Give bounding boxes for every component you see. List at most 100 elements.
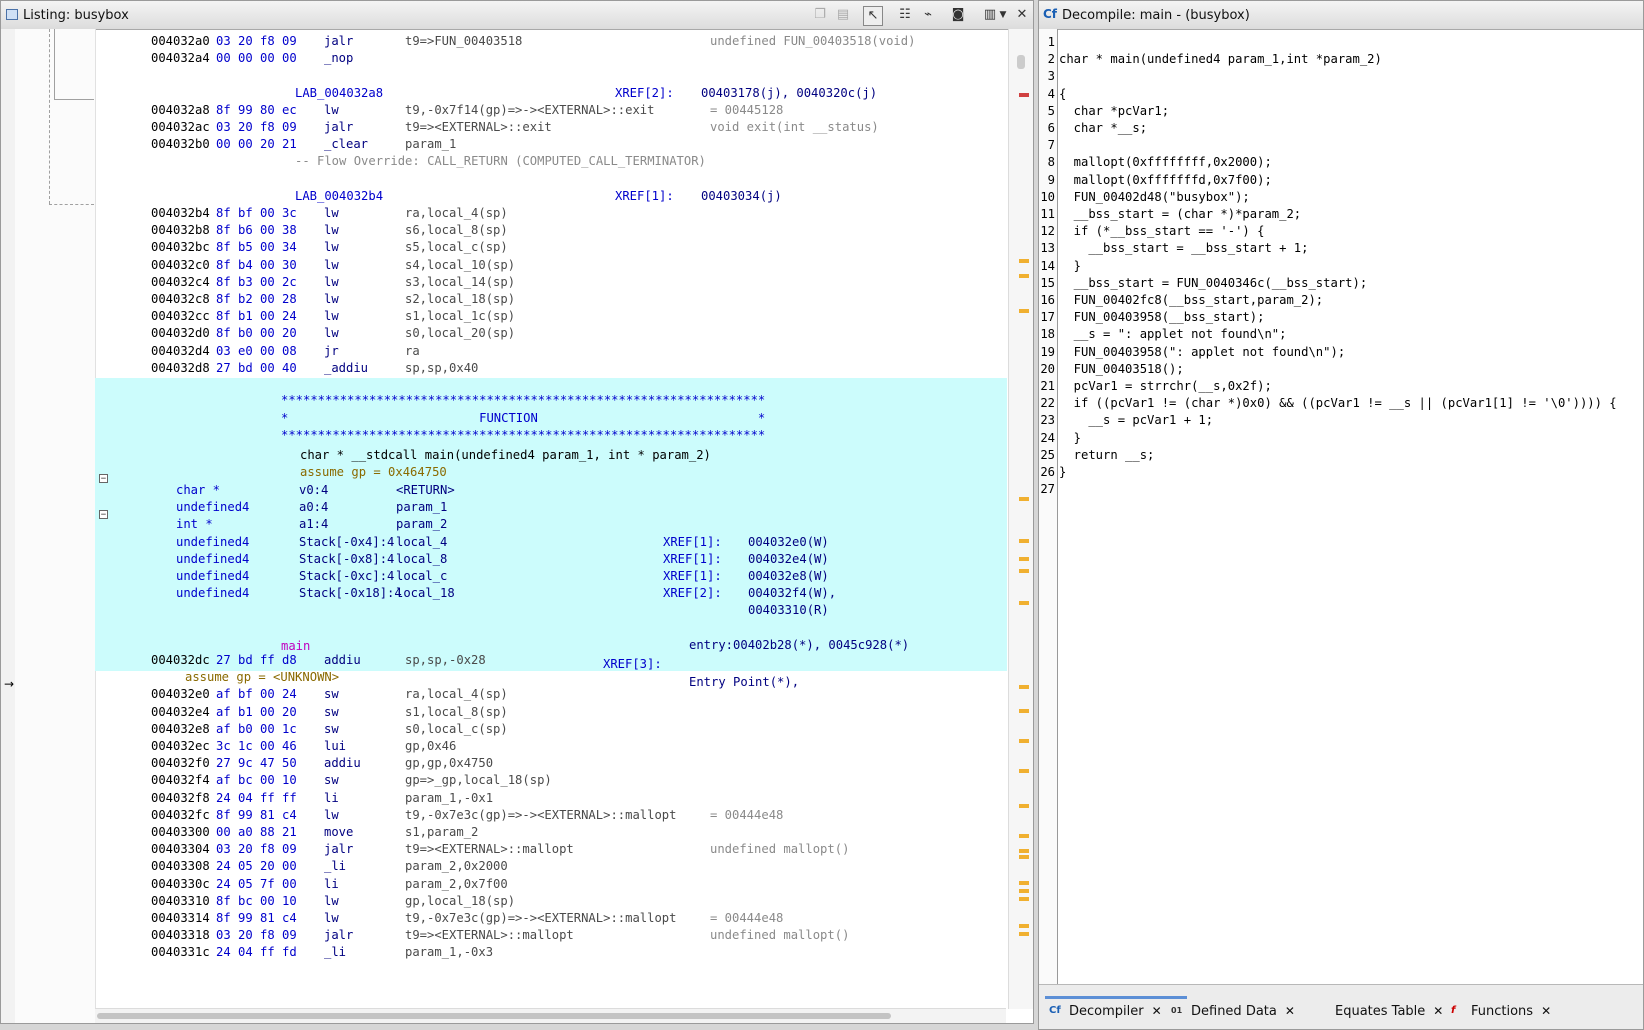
marker[interactable] [1019, 932, 1029, 936]
address[interactable]: 004032f0 [151, 754, 210, 772]
operands[interactable]: s1,local_1c(sp) [405, 307, 515, 325]
xref-value[interactable]: 004032f4(W), [748, 584, 836, 602]
mnemonic[interactable]: jalr [324, 840, 353, 858]
instruction-row[interactable]: 00403318 03 20 f8 09 jalr t9=><EXTERNAL>::m… [95, 926, 1007, 944]
address[interactable]: 004032c8 [151, 290, 210, 308]
mnemonic[interactable]: lw [324, 256, 339, 274]
listing-row[interactable]: assume gp = <UNKNOWN> [95, 668, 1007, 686]
variable-type[interactable]: undefined4 [176, 498, 249, 516]
address[interactable]: 00403318 [151, 926, 210, 944]
dropdown-icon[interactable]: ▼ [997, 6, 1009, 24]
code-line[interactable]: return __s; [1059, 446, 1155, 464]
instruction-row[interactable]: 004032d4 03 e0 00 08 jr ra [95, 342, 1007, 360]
variable-row[interactable]: undefined4 Stack[-0x18]:4 local_18 XREF[2]:… [95, 584, 1007, 602]
mnemonic[interactable]: li [324, 789, 339, 807]
instruction-row[interactable]: 0040331c 24 04 ff fd _li param_1,-0x3 [95, 943, 1007, 961]
marker[interactable] [1019, 924, 1029, 928]
operands[interactable]: gp=>_gp,local_18(sp) [405, 771, 552, 789]
mnemonic[interactable]: lw [324, 273, 339, 291]
address[interactable]: 004032f4 [151, 771, 210, 789]
instruction-row[interactable]: 004032e4 af b1 00 20 sw s1,local_8(sp) [95, 703, 1007, 721]
mnemonic[interactable]: addiu [324, 754, 361, 772]
mnemonic[interactable]: sw [324, 703, 339, 721]
instruction-row[interactable]: 004032a0 03 20 f8 09 jalr t9=>FUN_00403518 u… [95, 32, 1007, 50]
variable-type[interactable]: undefined4 [176, 567, 249, 585]
variable-name[interactable]: local_c [396, 567, 447, 585]
instruction-row[interactable]: 00403314 8f 99 81 c4 lw t9,-0x7e3c(gp)=>-><… [95, 909, 1007, 927]
marker[interactable] [1019, 889, 1029, 893]
address[interactable]: 004032b8 [151, 221, 210, 239]
hscroll-thumb[interactable] [97, 1013, 891, 1019]
mnemonic[interactable]: jalr [324, 926, 353, 944]
instruction-row[interactable]: 00403304 03 20 f8 09 jalr t9=><EXTERNAL>::m… [95, 840, 1007, 858]
operands[interactable]: t9,-0x7e3c(gp)=>-><EXTERNAL>::mallopt [405, 909, 677, 927]
mnemonic[interactable]: lw [324, 238, 339, 256]
address[interactable]: 004032a0 [151, 32, 210, 50]
listing-row[interactable]: LAB_004032b4 XREF[1]: 00403034(j) [95, 187, 1007, 205]
instruction-row[interactable]: 004032a4 00 00 00 00 _nop [95, 49, 1007, 67]
instruction-row[interactable]: 004032ac 03 20 f8 09 jalr t9=><EXTERNAL>::e… [95, 118, 1007, 136]
instruction-row[interactable]: 004032cc 8f b1 00 24 lw s1,local_1c(sp) [95, 307, 1007, 325]
instruction-row[interactable]: 0040330c 24 05 7f 00 li param_2,0x7f00 [95, 875, 1007, 893]
operands[interactable]: gp,gp,0x4750 [405, 754, 493, 772]
code-line[interactable]: mallopt(0xffffffff,0x2000); [1059, 153, 1272, 171]
operands[interactable]: gp,0x46 [405, 737, 456, 755]
code-line[interactable]: } [1059, 463, 1066, 481]
address[interactable]: 004032b0 [151, 135, 210, 153]
variable-name[interactable]: local_8 [396, 550, 447, 568]
operands[interactable]: param_2,0x2000 [405, 857, 508, 875]
close-icon[interactable]: ✕ [1433, 1004, 1443, 1018]
address[interactable]: 004032b4 [151, 204, 210, 222]
scroll-thumb[interactable] [1017, 55, 1025, 69]
close-icon[interactable]: ✕ [1285, 1004, 1295, 1018]
instruction-row[interactable]: 004032b8 8f b6 00 38 lw s6,local_8(sp) [95, 221, 1007, 239]
instruction-row[interactable]: 004032ec 3c 1c 00 46 lui gp,0x46 [95, 737, 1007, 755]
address[interactable]: 004032bc [151, 238, 210, 256]
variable-row[interactable]: char * v0:4 <RETURN> [95, 481, 1007, 499]
marker[interactable] [1019, 709, 1029, 713]
instruction-row[interactable]: 004032c0 8f b4 00 30 lw s4,local_10(sp) [95, 256, 1007, 274]
close-icon[interactable]: ✕ [1541, 1004, 1551, 1018]
address[interactable]: 004032c4 [151, 273, 210, 291]
variable-type[interactable]: int * [176, 515, 213, 533]
address[interactable]: 004032c0 [151, 256, 210, 274]
mnemonic[interactable]: jalr [324, 32, 353, 50]
variable-name[interactable]: param_2 [396, 515, 447, 533]
marker[interactable] [1019, 849, 1029, 853]
variable-type[interactable]: undefined4 [176, 550, 249, 568]
instruction-row[interactable]: 004032d0 8f b0 00 20 lw s0,local_20(sp) [95, 324, 1007, 342]
instruction-row[interactable]: 004032b0 00 00 20 21 _clear param_1 [95, 135, 1007, 153]
mnemonic[interactable]: sw [324, 685, 339, 703]
close-icon[interactable]: ✕ [1152, 1004, 1162, 1018]
instruction-row[interactable]: 004032fc 8f 99 81 c4 lw t9,-0x7e3c(gp)=>-><… [95, 806, 1007, 824]
extra-xref[interactable]: 00403310(R) [748, 601, 829, 619]
address[interactable]: 004032fc [151, 806, 210, 824]
mnemonic[interactable]: lw [324, 221, 339, 239]
listing-row[interactable]: -- Flow Override: CALL_RETURN (COMPUTED_… [95, 152, 1007, 170]
code-line[interactable]: __s = ": applet not found\n"; [1059, 325, 1287, 343]
close-icon[interactable]: ✕ [1013, 6, 1031, 24]
mnemonic[interactable]: lw [324, 290, 339, 308]
code-line[interactable]: } [1059, 429, 1081, 447]
listing-row[interactable]: LAB_004032a8 XREF[2]: 00403178(j), 0040320… [95, 84, 1007, 102]
marker[interactable] [1019, 274, 1029, 278]
code-line[interactable]: { [1059, 85, 1066, 103]
address[interactable]: 004032ec [151, 737, 210, 755]
operands[interactable]: t9=><EXTERNAL>::mallopt [405, 840, 574, 858]
marker[interactable] [1019, 259, 1029, 263]
operands[interactable]: s6,local_8(sp) [405, 221, 508, 239]
operands[interactable]: ra [405, 342, 420, 360]
operands[interactable]: t9=><EXTERNAL>::mallopt [405, 926, 574, 944]
instruction-row[interactable]: 004032f8 24 04 ff ff li param_1,-0x1 [95, 789, 1007, 807]
xref-value[interactable]: 00403034(j) [701, 187, 782, 205]
code-line[interactable]: __bss_start = FUN_0040346c(__bss_start); [1059, 274, 1368, 292]
operands[interactable]: s5,local_c(sp) [405, 238, 508, 256]
mnemonic[interactable]: li [324, 875, 339, 893]
operands[interactable]: param_1 [405, 135, 456, 153]
marker[interactable] [1019, 309, 1029, 313]
code-line[interactable]: if (*__bss_start == '-') { [1059, 222, 1265, 240]
operands[interactable]: param_2,0x7f00 [405, 875, 508, 893]
code-line[interactable]: __bss_start = __bss_start + 1; [1059, 239, 1308, 257]
mnemonic[interactable]: jr [324, 342, 339, 360]
address[interactable]: 0040330c [151, 875, 210, 893]
